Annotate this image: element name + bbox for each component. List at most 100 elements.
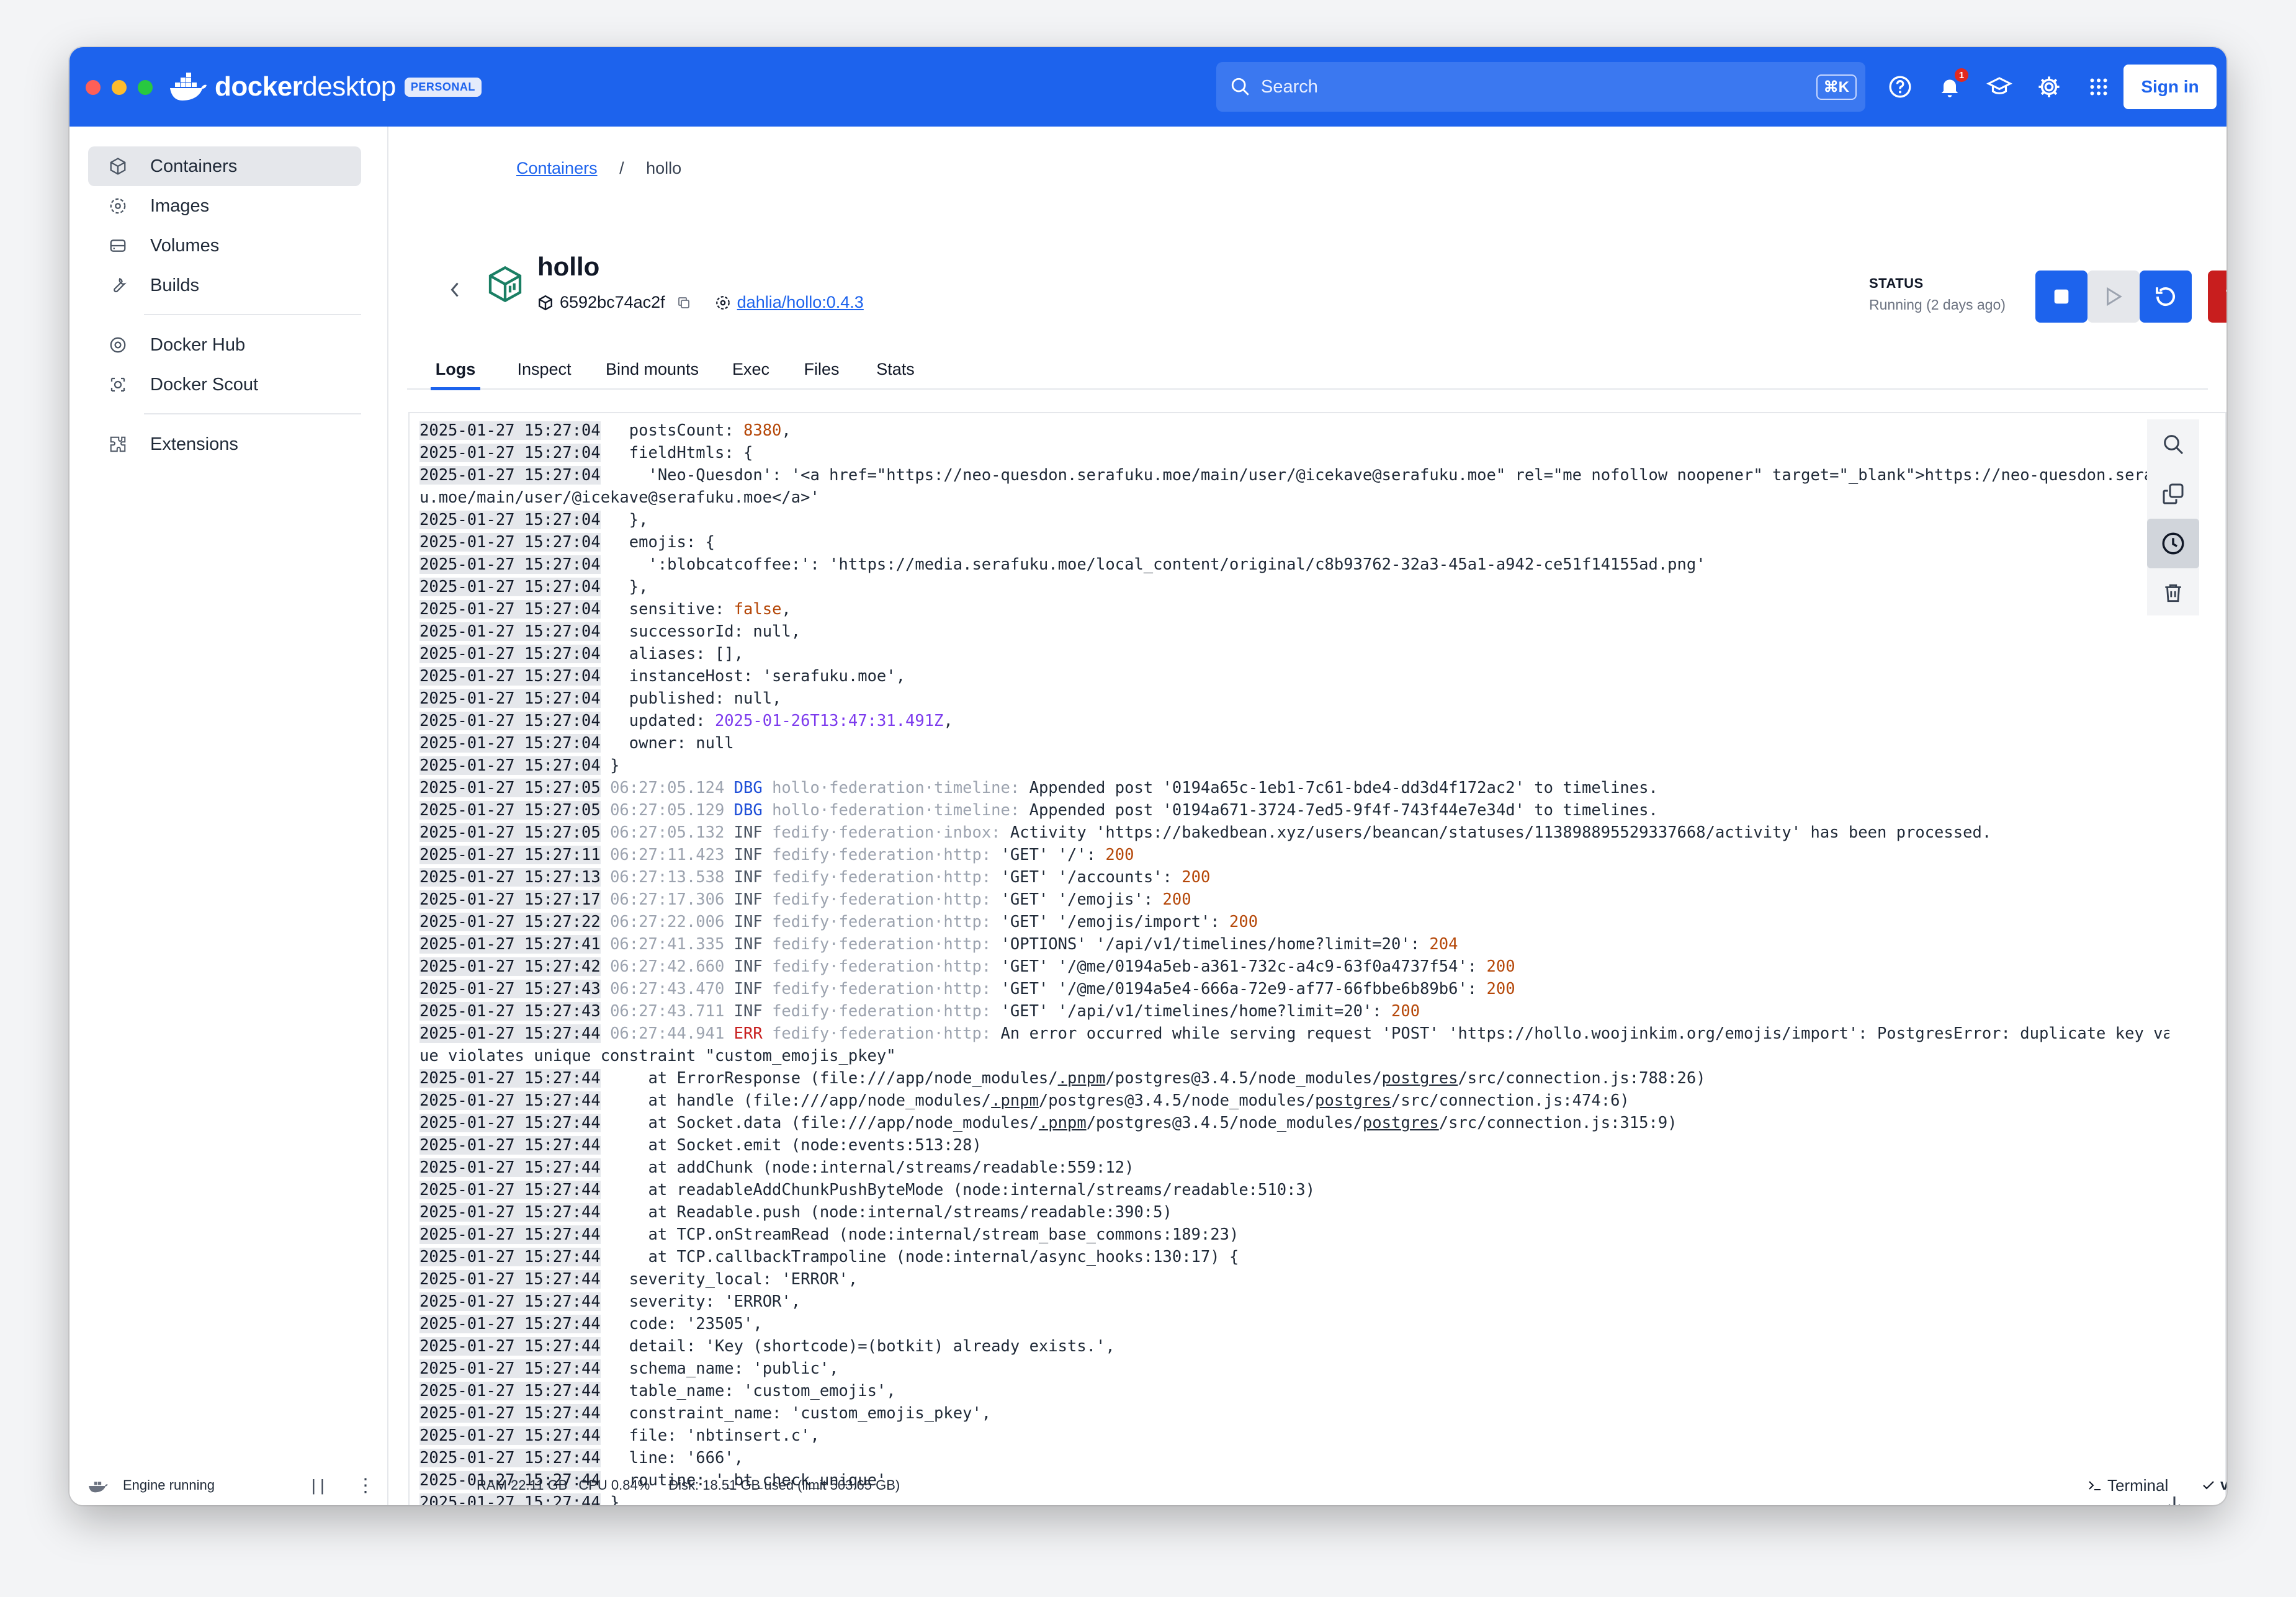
tab-stats[interactable]: Stats — [868, 351, 923, 387]
log-timestamp: 2025-01-27 15:27:43 — [419, 980, 601, 998]
restart-button[interactable] — [2140, 271, 2192, 323]
log-line: 2025-01-27 15:27:41 06:27:41.335 INF fed… — [419, 933, 2169, 955]
log-timestamp: 2025-01-27 15:27:44 — [419, 1114, 601, 1132]
pause-engine-button[interactable]: | | — [312, 1476, 325, 1495]
sidebar-item-volumes[interactable]: Volumes — [88, 226, 361, 266]
log-text: owner: null — [610, 734, 734, 753]
notifications-button[interactable]: 1 — [1935, 68, 1968, 102]
version-indicator[interactable]: v4.37.2 — [2200, 1477, 2226, 1494]
container-id: 6592bc74ac2f — [560, 293, 665, 311]
docker-hub-icon — [107, 334, 129, 356]
log-text: 200 — [1486, 957, 1515, 976]
image-icon — [715, 295, 730, 310]
plan-badge: PERSONAL — [404, 77, 482, 97]
engine-menu-icon[interactable]: ⋮ — [356, 1475, 375, 1496]
log-line: 2025-01-27 15:27:04 'Neo-Quesdon': '<a h… — [419, 464, 2169, 486]
log-timestamp: 2025-01-27 15:27:44 — [419, 1091, 601, 1110]
tab-inspect[interactable]: Inspect — [510, 351, 578, 387]
settings-button[interactable] — [2034, 72, 2064, 102]
log-text: INF — [733, 1002, 763, 1021]
log-timestamp: 2025-01-27 15:27:05 — [419, 779, 601, 797]
log-text: instanceHost: 'serafuku.moe', — [610, 667, 905, 686]
search-logs-button[interactable] — [2147, 419, 2199, 469]
tab-bind-mounts[interactable]: Bind mounts — [599, 351, 705, 387]
zoom-window-button[interactable] — [138, 80, 153, 95]
sidebar-item-images[interactable]: Images — [88, 186, 361, 226]
sidebar-item-label: Extensions — [150, 434, 238, 454]
log-text: at ErrorResponse (file:///app/node_modul… — [610, 1069, 1058, 1088]
log-text: fedify·federation·http: — [762, 868, 992, 887]
log-line: 2025-01-27 15:27:04 owner: null — [419, 732, 2169, 754]
log-text: 200 — [1486, 980, 1515, 998]
log-text: , — [943, 712, 953, 730]
container-image-link[interactable]: dahlia/hollo:0.4.3 — [737, 293, 864, 312]
log-viewer[interactable]: 2025-01-27 15:27:04 postsCount: 8380, 202… — [408, 412, 2226, 1505]
clear-logs-button[interactable] — [2147, 568, 2199, 618]
log-timestamp: 2025-01-27 15:27:44 — [419, 1270, 601, 1289]
engine-status-bar: Engine running | | ⋮ — [70, 1465, 387, 1505]
log-text: DBG — [733, 779, 763, 797]
breadcrumb-containers-link[interactable]: Containers — [516, 159, 598, 177]
log-text: 8380 — [743, 421, 782, 440]
sidebar-item-docker-hub[interactable]: Docker Hub — [88, 325, 361, 365]
log-text: }, — [610, 578, 648, 596]
stop-button[interactable] — [2035, 271, 2087, 323]
log-text: 06:27:44.941 — [610, 1024, 734, 1043]
minimize-window-button[interactable] — [112, 80, 127, 95]
log-line: 2025-01-27 15:27:04 published: null, — [419, 687, 2169, 710]
start-button — [2087, 271, 2140, 323]
sidebar-item-builds[interactable]: Builds — [88, 266, 361, 305]
close-window-button[interactable] — [86, 80, 101, 95]
breadcrumb: Containers / hollo — [516, 159, 681, 178]
volumes-icon — [107, 235, 129, 257]
log-timestamp: 2025-01-27 15:27:44 — [419, 1248, 601, 1266]
images-icon — [107, 195, 129, 217]
log-timestamp: 2025-01-27 15:27:04 — [419, 511, 601, 529]
copy-logs-button[interactable] — [2147, 469, 2199, 519]
log-text: fedify·federation·http: — [762, 957, 992, 976]
log-text: at addChunk (node:internal/streams/reada… — [610, 1158, 1134, 1177]
sidebar-item-containers[interactable]: Containers — [88, 146, 361, 186]
copy-icon[interactable] — [676, 295, 691, 310]
chevron-left-icon — [451, 282, 459, 297]
sign-in-button[interactable]: Sign in — [2123, 65, 2217, 109]
toggle-timestamps-button[interactable] — [2147, 519, 2199, 568]
log-timestamp: 2025-01-27 15:27:04 — [419, 578, 601, 596]
log-line: 2025-01-27 15:27:13 06:27:13.538 INF fed… — [419, 866, 2169, 888]
play-icon — [2107, 287, 2122, 306]
log-timestamp: 2025-01-27 15:27:44 — [419, 1337, 601, 1356]
log-text: 'OPTIONS' '/api/v1/timelines/home?limit=… — [991, 935, 1430, 954]
log-line: 2025-01-27 15:27:04 updated: 2025-01-26T… — [419, 710, 2169, 732]
status-footer: RAM 22.11 GB CPU 0.84% Disk: 18.51 GB us… — [388, 1465, 2226, 1505]
log-text: 'GET' '/@me/0194a5e4-666a-72e9-af77-66fb… — [991, 980, 1487, 998]
log-line: 2025-01-27 15:27:04 sensitive: false, — [419, 598, 2169, 620]
search-bar[interactable]: Search ⌘K — [1216, 62, 1865, 112]
sidebar-item-docker-scout[interactable]: Docker Scout — [88, 365, 361, 405]
tab-exec[interactable]: Exec — [726, 351, 776, 387]
back-button[interactable] — [448, 280, 462, 305]
terminal-button[interactable]: Terminal — [2086, 1476, 2168, 1495]
delete-button[interactable] — [2208, 271, 2226, 323]
log-text: INF — [733, 823, 763, 842]
log-text: constraint_name: 'custom_emojis_pkey', — [610, 1404, 992, 1423]
log-timestamp: 2025-01-27 15:27:42 — [419, 957, 601, 976]
learning-center-button[interactable] — [1984, 72, 2014, 102]
terminal-icon — [2089, 1481, 2101, 1490]
apps-grid-button[interactable] — [2084, 72, 2114, 102]
gear-icon — [2038, 76, 2060, 97]
builds-icon — [107, 274, 129, 297]
log-text: u.moe/main/user/@icekave@serafuku.moe</a… — [419, 488, 820, 507]
tab-files[interactable]: Files — [797, 351, 846, 387]
log-text: INF — [733, 980, 763, 998]
tab-logs[interactable]: Logs — [431, 351, 480, 390]
apps-grid-icon — [2090, 78, 2107, 96]
sidebar: Containers Images Volumes Builds Docker … — [70, 127, 388, 1505]
help-button[interactable] — [1885, 72, 1915, 102]
sidebar-item-extensions[interactable]: Extensions — [88, 424, 361, 464]
log-line: 2025-01-27 15:27:11 06:27:11.423 INF fed… — [419, 844, 2169, 866]
log-text: , — [781, 421, 791, 440]
log-line: 2025-01-27 15:27:44 severity_local: 'ERR… — [419, 1268, 2169, 1291]
graduation-cap-icon — [1986, 77, 2012, 94]
breadcrumb-separator: / — [619, 159, 624, 177]
log-text: 'GET' '/api/v1/timelines/home?limit=20': — [991, 1002, 1391, 1021]
